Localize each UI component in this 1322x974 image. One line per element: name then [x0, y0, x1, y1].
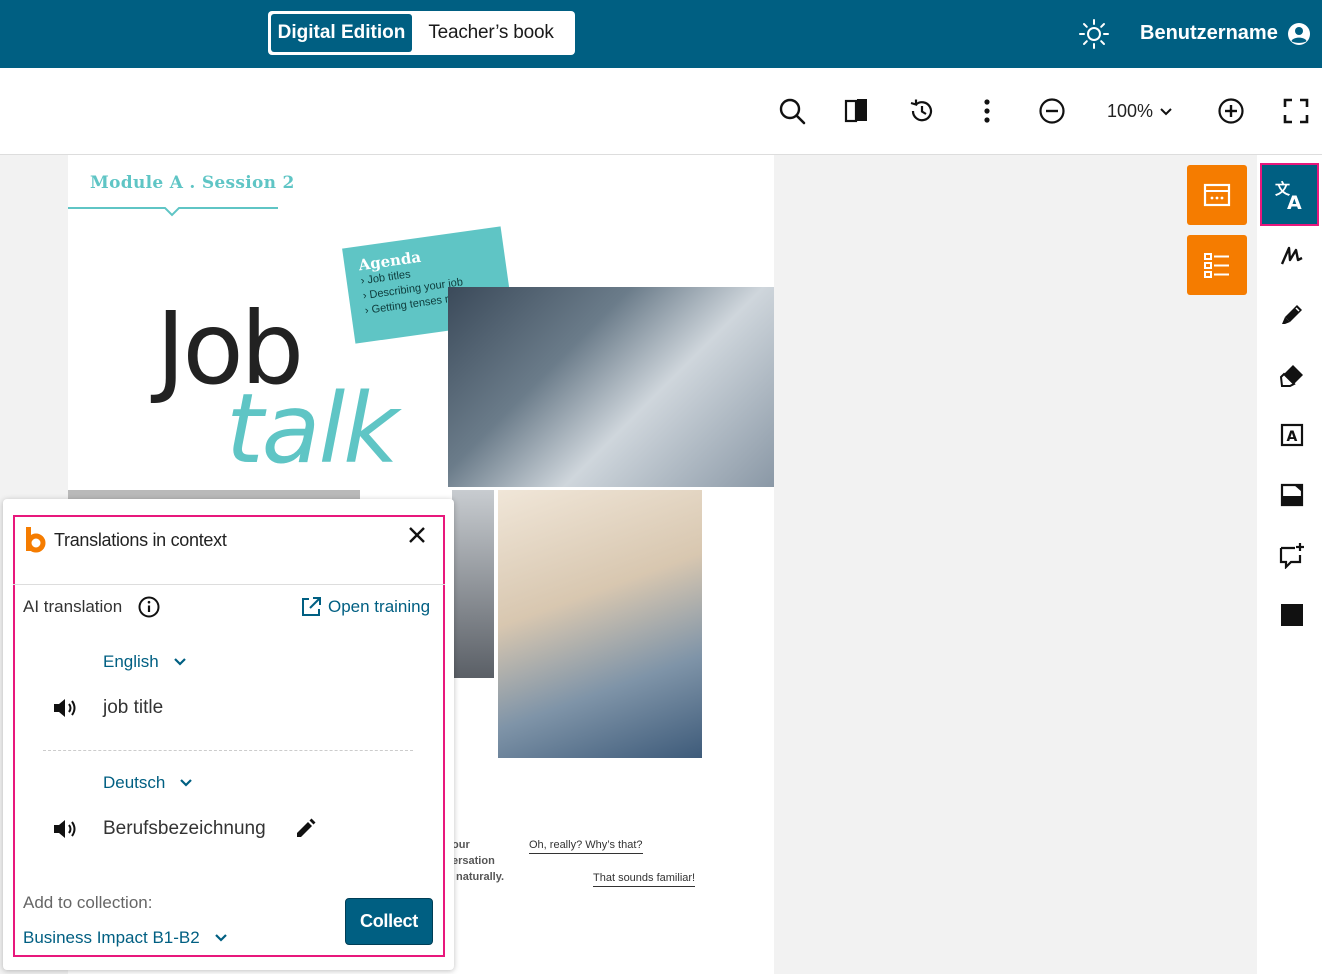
pen-scribble-icon — [1280, 246, 1303, 265]
text-fragment: ersation — [452, 855, 495, 867]
more-vertical-icon[interactable] — [972, 96, 1002, 126]
speech-bubble: Oh, really? Why’s that? — [529, 839, 643, 854]
book-pages-icon[interactable] — [842, 96, 872, 126]
module-label: Module A . Session 2 — [90, 173, 295, 193]
title-talk: talk — [226, 373, 399, 485]
panel-header: Translations in context — [24, 527, 227, 553]
team-meeting-photo — [448, 287, 774, 487]
svg-text:A: A — [1287, 429, 1298, 445]
sun-icon[interactable] — [1078, 18, 1110, 50]
add-comment-button[interactable] — [1270, 533, 1314, 577]
calendar-panel-button[interactable] — [1187, 165, 1247, 225]
target-language-select[interactable]: Deutsch — [103, 773, 193, 793]
source-language-value: English — [103, 652, 159, 671]
zoom-level-value: 100% — [1107, 101, 1154, 121]
calendar-icon — [1203, 183, 1231, 207]
search-icon[interactable] — [777, 96, 807, 126]
list-icon — [1204, 253, 1229, 278]
edition-toggle: Digital Edition Teacher’s book — [268, 11, 575, 55]
chevron-down-icon — [1160, 107, 1172, 115]
info-icon[interactable] — [138, 596, 160, 618]
panel-divider — [13, 584, 445, 585]
tab-digital-edition[interactable]: Digital Edition — [271, 14, 412, 52]
zoom-out-icon[interactable] — [1037, 96, 1067, 126]
open-training-link[interactable]: Open training — [300, 596, 430, 618]
top-bar: Digital Edition Teacher’s book Benutzern… — [0, 0, 1322, 68]
play-target-audio-button[interactable] — [52, 817, 80, 841]
speech-bubble: That sounds familiar! — [593, 872, 696, 887]
svg-text:A: A — [1287, 192, 1302, 212]
highlighter-tool-button[interactable] — [1270, 293, 1314, 337]
ai-translation-label: AI translation — [23, 597, 123, 616]
history-icon[interactable] — [907, 96, 937, 126]
play-source-audio-button[interactable] — [52, 696, 80, 720]
worker-photo — [452, 490, 494, 678]
chevron-down-icon — [173, 658, 186, 666]
collection-label: Add to collection: — [23, 893, 153, 912]
speaker-icon — [54, 820, 76, 838]
text-fragment: naturally. — [456, 871, 505, 883]
toolbar: 100% — [0, 68, 1322, 155]
highlighter-icon — [1282, 305, 1302, 324]
close-icon — [409, 527, 425, 543]
text-tool-button[interactable]: A — [1270, 413, 1314, 457]
square-swatch-icon — [1281, 604, 1303, 626]
external-link-icon — [302, 597, 321, 616]
target-term: Berufsbezeichnung — [103, 818, 266, 839]
speaker-icon — [54, 699, 76, 717]
woman-tablet-photo — [498, 490, 702, 758]
user-circle-icon[interactable] — [1287, 22, 1311, 46]
text-box-icon: A — [1280, 423, 1304, 447]
color-picker-button[interactable] — [1270, 593, 1314, 637]
eraser-tool-button[interactable] — [1270, 353, 1314, 397]
comment-add-icon — [1279, 543, 1304, 569]
chevron-down-icon — [180, 779, 193, 787]
collection-value: Business Impact B1-B2 — [23, 928, 200, 947]
target-language-value: Deutsch — [103, 773, 166, 792]
panel-title: Translations in context — [54, 529, 227, 550]
eraser-icon — [1279, 365, 1303, 387]
term-divider — [43, 750, 413, 751]
text-fragment: our — [452, 839, 470, 851]
translate-icon: 文 A — [1275, 180, 1302, 212]
username[interactable]: Benutzername — [1140, 22, 1278, 45]
zoom-in-icon[interactable] — [1216, 96, 1246, 126]
close-button[interactable] — [404, 522, 430, 548]
module-notch — [164, 207, 180, 217]
sticky-note-icon — [1280, 483, 1304, 507]
translate-button[interactable]: 文 A — [1260, 163, 1319, 226]
brand-logo-icon — [26, 527, 46, 553]
collect-button[interactable]: Collect — [345, 898, 433, 945]
note-tool-button[interactable] — [1270, 473, 1314, 517]
source-term: job title — [103, 697, 164, 718]
fullscreen-icon[interactable] — [1281, 96, 1311, 126]
collection-select[interactable]: Business Impact B1-B2 — [23, 928, 228, 948]
tab-teachers-book[interactable]: Teacher’s book — [412, 14, 570, 52]
list-panel-button[interactable] — [1187, 235, 1247, 295]
open-training-label: Open training — [328, 597, 431, 616]
chevron-down-icon — [214, 934, 227, 942]
pencil-icon[interactable] — [293, 817, 317, 841]
zoom-level-select[interactable]: 100% — [1107, 101, 1173, 122]
pen-tool-button[interactable] — [1270, 233, 1314, 277]
source-language-select[interactable]: English — [103, 652, 187, 672]
